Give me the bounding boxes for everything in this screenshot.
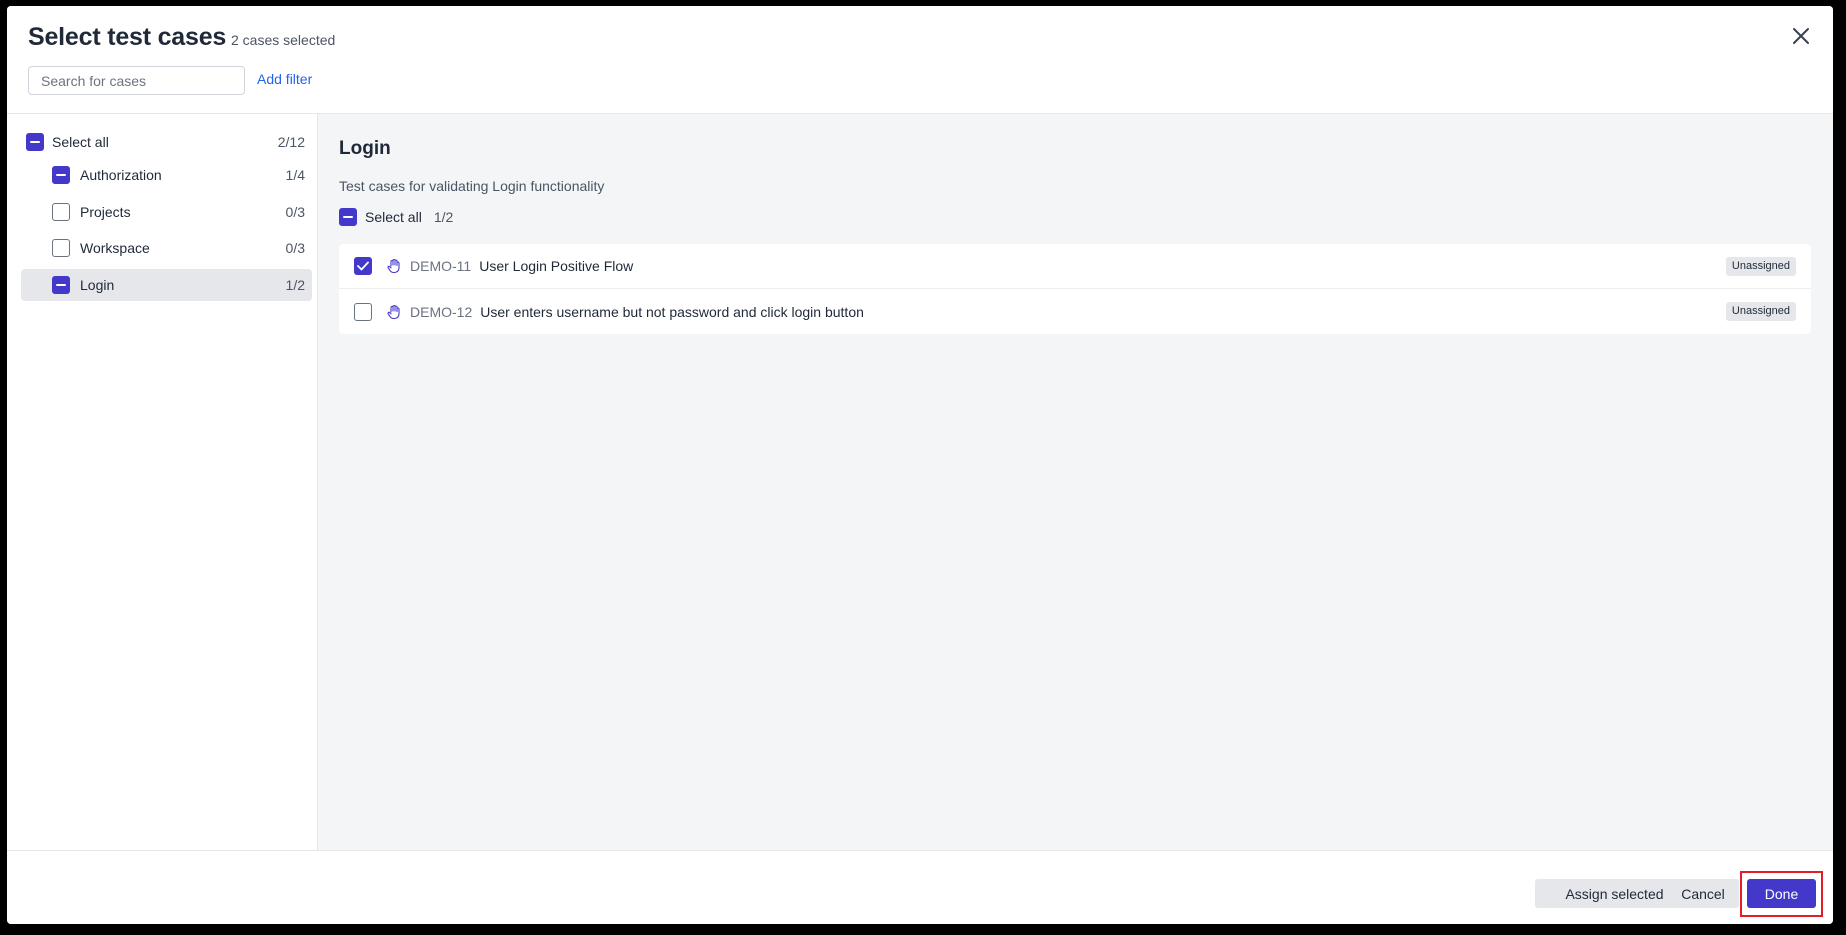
done-button[interactable]: Done [1747,879,1816,908]
cases-panel: Login Test cases for validating Login fu… [318,114,1833,850]
close-icon [1793,28,1809,44]
sidebar-item-workspace[interactable]: Workspace 0/3 [52,232,312,264]
sidebar-select-all-label: Select all [52,134,109,150]
folder-tree-sidebar: Select all 2/12 Authorization 1/4 Projec… [7,114,318,850]
check-icon [357,261,369,271]
select-test-cases-modal: Select test cases 2 cases selected Add f… [7,6,1833,924]
section-description: Test cases for validating Login function… [339,178,605,194]
case-title: User Login Positive Flow [479,258,634,274]
case-list: DEMO-11 User Login Positive Flow Unassig… [339,244,1811,334]
close-button[interactable] [1787,22,1815,50]
case-title: User enters username but not password an… [480,303,864,320]
status-badge: Unassigned [1725,257,1796,276]
modal-title: Select test cases [28,23,227,51]
sidebar-item-authorization[interactable]: Authorization 1/4 [52,159,312,191]
workspace-checkbox[interactable] [52,239,70,257]
case-id: DEMO-12 [410,303,473,320]
case-checkbox[interactable] [354,257,372,275]
section-title: Login [339,138,391,159]
sidebar-item-label: Authorization [80,167,162,183]
select-all-checkbox[interactable] [26,133,44,151]
sidebar-select-all-count: 2/12 [277,134,305,150]
sidebar-item-count: 1/2 [285,277,305,293]
search-input[interactable] [28,66,245,95]
modal-header: Select test cases 2 cases selected Add f… [7,6,1833,114]
sidebar-item-label: Workspace [80,240,150,256]
login-checkbox[interactable] [52,276,70,294]
manual-hand-icon [386,304,402,320]
modal-footer: Assign selected Cancel Done [7,850,1833,924]
sidebar-item-label: Login [80,277,115,293]
case-row[interactable]: DEMO-11 User Login Positive Flow Unassig… [339,244,1811,289]
case-id: DEMO-11 [410,258,472,274]
sidebar-item-projects[interactable]: Projects 0/3 [52,196,312,228]
sidebar-select-all[interactable]: Select all 2/12 [26,126,312,158]
sidebar-item-login[interactable]: Login 1/2 [21,269,312,301]
cases-select-all[interactable]: Select all 1/2 [339,208,453,226]
sidebar-item-label: Projects [80,204,131,220]
cases-select-all-count: 1/2 [433,209,454,225]
manual-hand-icon [386,258,402,274]
selected-count: 2 cases selected [231,32,336,48]
case-row[interactable]: DEMO-12 User enters username but not pas… [339,289,1811,334]
cases-select-all-checkbox[interactable] [339,208,357,226]
case-checkbox[interactable] [354,302,372,321]
cases-select-all-label: Select all [365,209,422,225]
sidebar-item-count: 0/3 [285,240,305,256]
cancel-button[interactable]: Cancel [1667,879,1739,908]
sidebar-item-count: 0/3 [285,204,305,220]
status-badge: Unassigned [1725,302,1796,321]
authorization-checkbox[interactable] [52,166,70,184]
sidebar-item-count: 1/4 [285,167,305,183]
add-filter-link[interactable]: Add filter [257,71,312,87]
projects-checkbox[interactable] [52,203,70,221]
